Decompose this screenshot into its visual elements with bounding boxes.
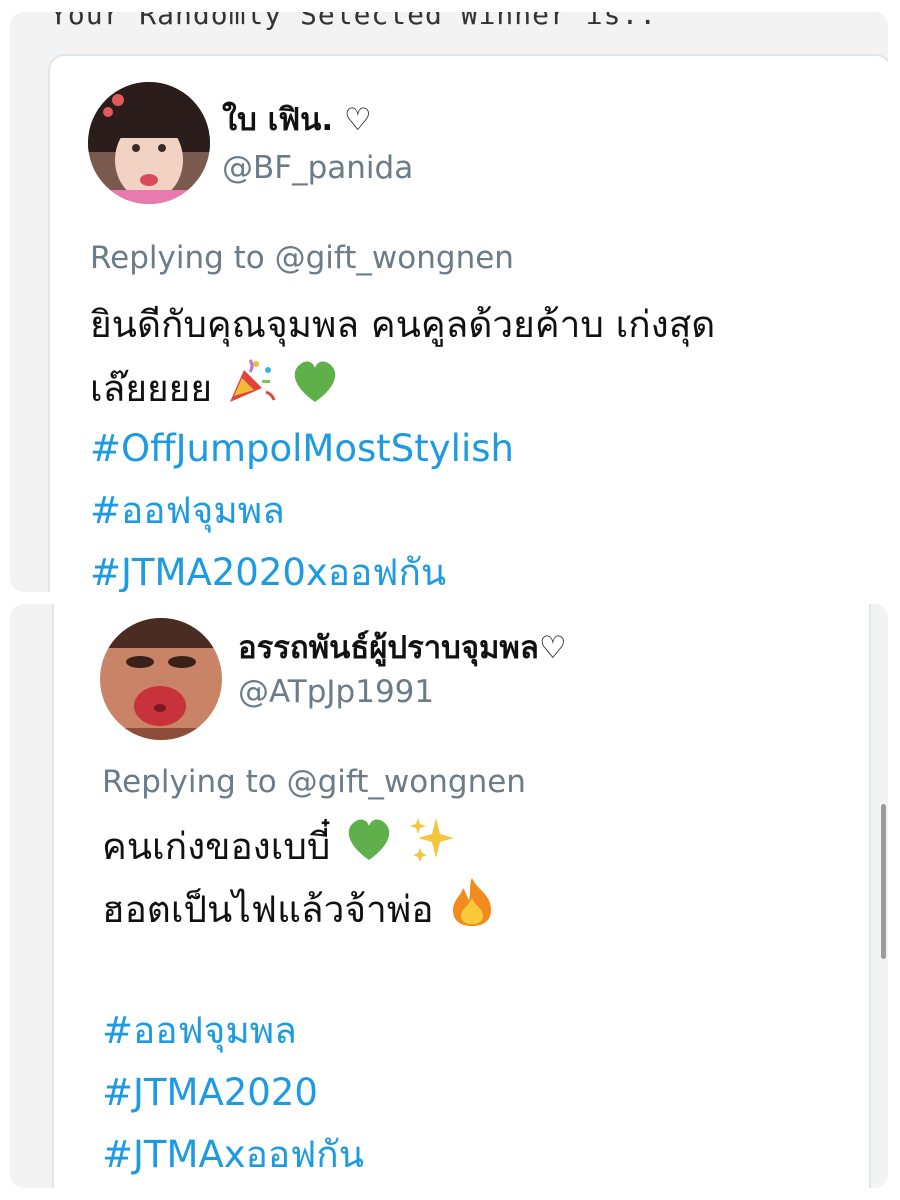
- hashtag-link[interactable]: #JTMAxออฟกัน: [102, 1124, 497, 1186]
- avatar-image: [100, 618, 222, 740]
- display-name[interactable]: ใบ เฟิน. ♡: [222, 94, 372, 144]
- scrollbar[interactable]: [881, 804, 886, 959]
- display-name[interactable]: อรรถพันธ์ผู้ปราบจุมพล♡: [238, 622, 567, 672]
- tweet-line-text: เล๊ยยยย: [90, 367, 213, 410]
- screenshot-panel-top: Your Randomly Selected Winner is.. ใบ เฟ…: [10, 12, 888, 592]
- hashtag-link[interactable]: #JTMA2020: [102, 1062, 497, 1124]
- hashtag-link[interactable]: #JTMA2020xออฟกัน: [90, 542, 880, 592]
- tweet-line-with-emoji: เล๊ยยยย: [90, 356, 880, 418]
- party-popper-icon: [226, 356, 276, 425]
- user-handle[interactable]: @BF_panida: [222, 150, 413, 186]
- avatar[interactable]: [100, 618, 222, 740]
- hashtag-link[interactable]: #OffJumpolMostStylish: [90, 418, 880, 480]
- avatar[interactable]: [88, 82, 210, 204]
- green-heart-icon: [344, 816, 394, 881]
- tweet-line-text: ฮอตเป็นไฟแล้วจ้าพ่อ: [102, 888, 434, 931]
- tweet-text: คนเก่งของเบบี๋ ฮอตเป็นไฟแล้วจ้าพ่อ #ออฟจ…: [102, 814, 497, 1186]
- tweet-line-with-emoji: คนเก่งของเบบี๋: [102, 814, 497, 876]
- tweet-card[interactable]: ใบ เฟิน. ♡ @BF_panida Replying to @gift_…: [48, 54, 888, 592]
- replying-to: Replying to @gift_wongnen: [90, 240, 514, 276]
- winner-header: Your Randomly Selected Winner is..: [50, 12, 658, 31]
- green-heart-icon: [290, 358, 340, 423]
- tweet-line-text: คนเก่งของเบบี๋: [102, 825, 331, 868]
- replying-to: Replying to @gift_wongnen: [102, 764, 526, 800]
- tweet-card[interactable]: อรรถพันธ์ผู้ปราบจุมพล♡ @ATpJp1991 Replyi…: [52, 604, 871, 1188]
- user-handle[interactable]: @ATpJp1991: [238, 674, 434, 710]
- hashtag-link[interactable]: #ออฟจุมพล: [102, 1000, 497, 1062]
- fire-icon: [447, 876, 497, 947]
- avatar-image: [88, 82, 210, 204]
- tweet-text: ยินดีกับคุณจุมพล คนคูลด้วยค้าบ เก่งสุด เ…: [90, 294, 880, 592]
- tweet-line-with-emoji: ฮอตเป็นไฟแล้วจ้าพ่อ: [102, 876, 497, 938]
- hashtag-link[interactable]: #ออฟจุมพล: [90, 480, 880, 542]
- screenshot-panel-bottom: อรรถพันธ์ผู้ปราบจุมพล♡ @ATpJp1991 Replyi…: [10, 604, 888, 1188]
- tweet-line: ยินดีกับคุณจุมพล คนคูลด้วยค้าบ เก่งสุด: [90, 303, 716, 346]
- sparkles-icon: [408, 814, 458, 883]
